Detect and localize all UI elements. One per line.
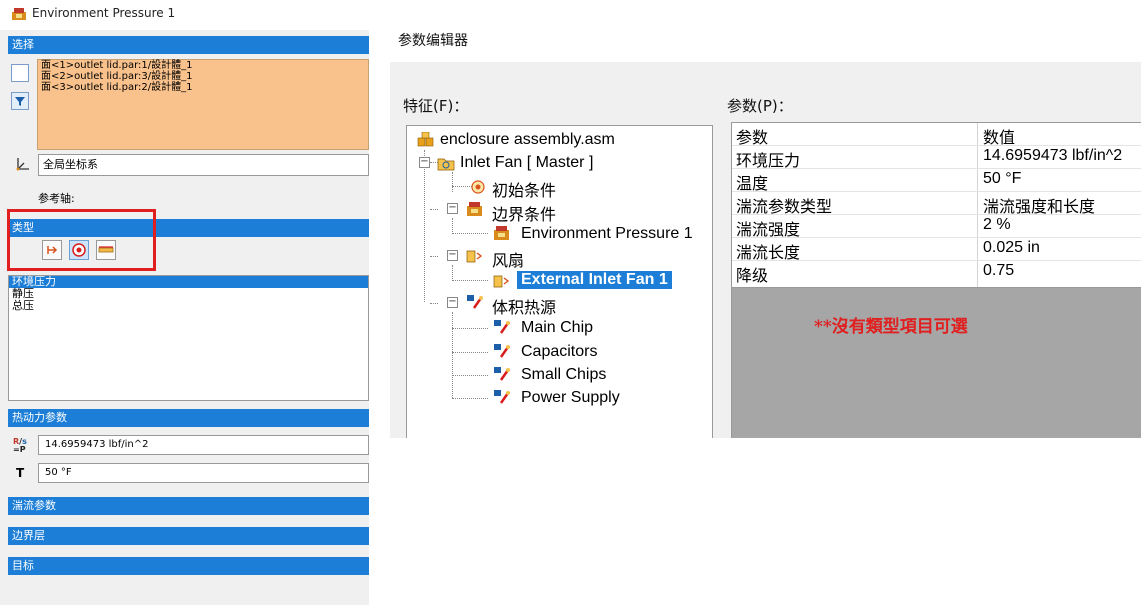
section-selection-header[interactable]: 选择: [8, 36, 369, 54]
list-item[interactable]: 面<1>outlet lid.par:1/設計體_1: [38, 60, 368, 71]
environment-pressure-icon: [494, 226, 509, 240]
tree-root[interactable]: enclosure assembly.asm: [440, 131, 615, 149]
pressure-field[interactable]: 14.6959473 lbf/in^2: [38, 435, 369, 455]
table-header-row: 参数 数值: [732, 123, 1141, 147]
temperature-field[interactable]: 50 °F: [38, 463, 369, 483]
table-row[interactable]: 温度 50 °F: [732, 169, 1141, 193]
collapse-toggle[interactable]: −: [447, 297, 458, 308]
title-bar: Environment Pressure 1: [0, 0, 369, 30]
section-goals-header[interactable]: 目标: [8, 557, 369, 575]
type-option-total-pressure[interactable]: 总压: [9, 300, 368, 312]
type-option-static-pressure[interactable]: 静压: [9, 288, 368, 300]
table-row[interactable]: 湍流参数类型 湍流强度和长度: [732, 192, 1141, 217]
param-name: 湍流强度: [736, 222, 801, 239]
tree-inlet-fan-master[interactable]: Inlet Fan [ Master ]: [460, 154, 593, 172]
section-turbulence-header[interactable]: 湍流参数: [8, 497, 369, 515]
face-select-button[interactable]: [11, 64, 29, 82]
temperature-label: T: [16, 466, 25, 480]
param-name: 温度: [736, 176, 769, 193]
collapse-toggle[interactable]: −: [419, 157, 430, 168]
assembly-icon: [417, 132, 434, 147]
heat-source-icon: [494, 367, 510, 381]
collapse-toggle[interactable]: −: [447, 250, 458, 261]
column-header-value: 数值: [983, 130, 1016, 147]
collapse-toggle[interactable]: −: [447, 203, 458, 214]
tree-external-inlet-fan[interactable]: External Inlet Fan 1: [517, 271, 672, 289]
tree-heat-source-item[interactable]: Capacitors: [521, 343, 597, 361]
empty-options-area: [731, 288, 1141, 438]
param-name: 湍流参数类型: [736, 199, 833, 216]
heat-source-icon: [494, 344, 510, 358]
heat-source-icon: [494, 320, 510, 334]
list-item[interactable]: 面<3>outlet lid.par:2/設計體_1: [38, 82, 368, 93]
type-listbox[interactable]: 环境压力 静压 总压: [8, 275, 369, 401]
list-item[interactable]: 面<2>outlet lid.par:3/設計體_1: [38, 71, 368, 82]
features-label: 特征(F)：: [403, 97, 469, 115]
heat-source-icon: [494, 390, 510, 404]
selected-faces-list[interactable]: 面<1>outlet lid.par:1/設計體_1 面<2>outlet li…: [37, 59, 369, 150]
heat-source-folder-icon: [467, 295, 483, 309]
type-option-ambient-pressure[interactable]: 环境压力: [9, 276, 368, 288]
table-row[interactable]: 降级 0.75: [732, 261, 1141, 285]
parameters-table[interactable]: 参数 数值 环境压力 14.6959473 lbf/in^2 温度 50 °F …: [731, 122, 1141, 288]
param-name: 降级: [736, 268, 769, 285]
pressure-param-icon: R/s =P: [13, 437, 27, 454]
column-header-param: 参数: [736, 130, 769, 147]
tree-boundary-conditions[interactable]: 边界条件: [492, 201, 556, 225]
tree-initial-conditions[interactable]: 初始条件: [492, 177, 556, 201]
parameter-editor-title: 参数编辑器: [398, 33, 468, 49]
folder-icon: [437, 158, 455, 171]
section-thermo-header[interactable]: 热动力参数: [8, 409, 369, 427]
coordinate-system-field[interactable]: 全局坐标系: [38, 154, 369, 176]
coordinate-system-icon: [16, 158, 29, 171]
fan-folder-icon: [466, 250, 483, 263]
param-value[interactable]: 0.75: [983, 262, 1014, 280]
param-value[interactable]: 14.6959473 lbf/in^2: [983, 147, 1122, 165]
tree-heat-source-item[interactable]: Main Chip: [521, 319, 593, 337]
tree-environment-pressure[interactable]: Environment Pressure 1: [521, 225, 693, 243]
param-value[interactable]: 2 %: [983, 216, 1011, 234]
tree-fans[interactable]: 风扇: [492, 247, 524, 271]
feature-title: Environment Pressure 1: [32, 6, 176, 20]
boundary-condition-icon: [12, 8, 26, 20]
filter-button[interactable]: [11, 92, 29, 110]
fan-icon: [493, 275, 510, 288]
annotation-note: **沒有類型項目可選: [814, 317, 968, 337]
initial-conditions-icon: [471, 180, 485, 194]
highlight-annotation: [7, 209, 156, 271]
param-name: 环境压力: [736, 153, 801, 170]
reference-axis-label: 参考轴:: [38, 192, 75, 205]
boundary-conditions-icon: [467, 202, 482, 216]
param-value[interactable]: 湍流强度和长度: [983, 193, 1095, 217]
tree-heat-source-item[interactable]: Power Supply: [521, 389, 620, 407]
table-row[interactable]: 湍流强度 2 %: [732, 215, 1141, 239]
tree-heat-source-item[interactable]: Small Chips: [521, 366, 606, 384]
table-row[interactable]: 环境压力 14.6959473 lbf/in^2: [732, 146, 1141, 170]
filter-icon: [15, 97, 25, 106]
table-row[interactable]: 湍流长度 0.025 in: [732, 238, 1141, 262]
param-name: 湍流长度: [736, 245, 801, 262]
section-boundary-layer-header[interactable]: 边界层: [8, 527, 369, 545]
parameters-label: 参数(P)：: [727, 97, 793, 115]
tree-volume-heat-sources[interactable]: 体积热源: [492, 294, 556, 318]
param-value[interactable]: 0.025 in: [983, 239, 1040, 257]
property-manager: Environment Pressure 1 选择 面<1>outlet lid…: [0, 0, 369, 605]
param-value[interactable]: 50 °F: [983, 170, 1021, 188]
